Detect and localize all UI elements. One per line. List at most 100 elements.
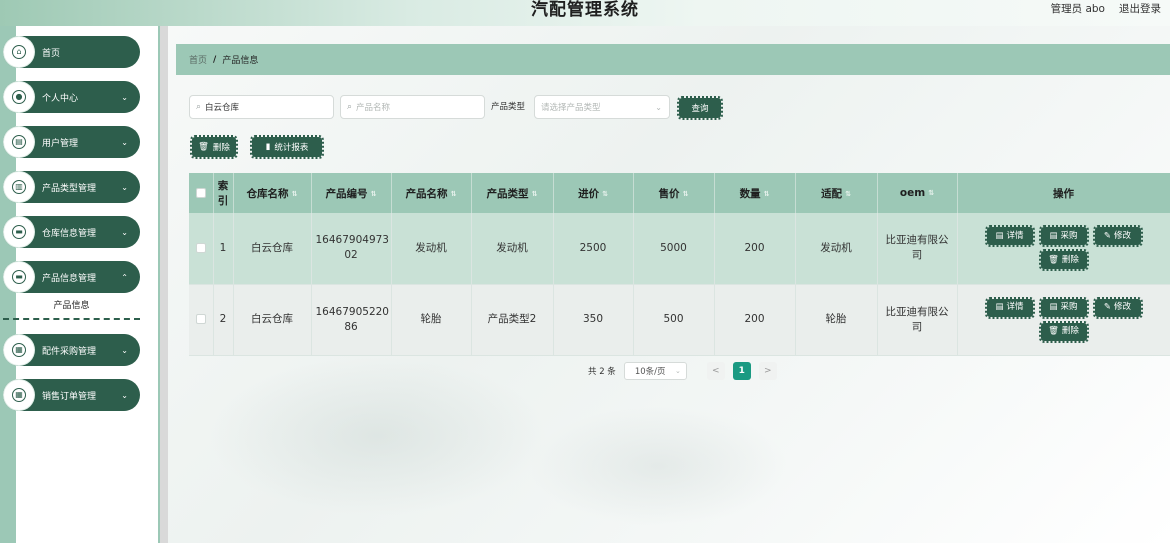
sidebar-item-label: 产品类型管理 — [42, 183, 97, 194]
main-content: 首页 / 产品信息 ⌕ 白云仓库 ⌕ 产品名称 产品类型 请选择产品类型 ⌄ 查… — [168, 26, 1170, 543]
sidebar-item-home[interactable]: ⌂ 首页 — [3, 36, 140, 68]
cell-price: 5000 — [633, 213, 715, 285]
row-checkbox-cell[interactable] — [189, 213, 214, 285]
sidebar-item-label: 销售订单管理 — [42, 391, 97, 402]
background-decoration — [528, 406, 788, 526]
row-delete-button[interactable]: 🗑 删除 — [1038, 320, 1089, 343]
delete-button-label: 删除 — [212, 143, 230, 153]
column-header[interactable]: 数量 ⇅ — [714, 173, 796, 213]
column-header[interactable]: 仓库名称 ⇅ — [233, 173, 312, 213]
column-header[interactable]: 产品类型 ⇅ — [471, 173, 554, 213]
chart-icon: ▥ — [4, 172, 34, 202]
active-indicator — [3, 318, 140, 320]
purchase-button[interactable]: ▤ 采购 — [1038, 296, 1089, 319]
sidebar-item-label: 个人中心 — [42, 93, 79, 104]
chevron-down-icon: ⌄ — [121, 390, 128, 400]
purchase-button[interactable]: ▤ 采购 — [1038, 225, 1089, 248]
submenu-item-product-info[interactable]: 产品信息 — [3, 299, 140, 314]
select-all-checkbox[interactable] — [195, 188, 206, 198]
detail-button[interactable]: ▤ 详情 — [984, 296, 1035, 319]
cell-oem: 比亚迪有限公 司 — [877, 213, 958, 285]
sidebar-item-warehouses[interactable]: ▬ 仓库信息管理 ⌄ — [3, 216, 140, 248]
top-bar: 汽配管理系统 管理员 abo 退出登录 — [0, 0, 1170, 26]
page-size-select[interactable]: 10条/页 ⌄ — [623, 362, 687, 380]
sidebar-scrollbar[interactable] — [160, 26, 168, 543]
sidebar-item-product-types[interactable]: ▥ 产品类型管理 ⌄ — [3, 171, 140, 203]
product-table: 索引 仓库名称 ⇅ 产品编号 ⇅ 产品名称 ⇅ 产品类型 ⇅ 进价 ⇅ 售价 ⇅ 数量 ⇅ 适… — [189, 173, 1170, 356]
row-checkbox[interactable] — [195, 242, 206, 253]
sort-icon[interactable]: ⇅ — [371, 190, 377, 198]
sort-icon[interactable]: ⇅ — [292, 190, 298, 198]
chevron-down-icon: ⌄ — [655, 102, 662, 112]
warehouse-search-input[interactable]: ⌕ 白云仓库 — [189, 95, 334, 119]
column-header[interactable]: oem ⇅ — [877, 173, 958, 213]
product-type-select[interactable]: 请选择产品类型 ⌄ — [534, 95, 670, 119]
column-header[interactable]: 售价 ⇅ — [633, 173, 715, 213]
trash-icon: 🗑 — [198, 142, 209, 152]
cell-index: 1 — [213, 213, 234, 285]
sidebar-item-parts-purchase[interactable]: ▦ 配件采购管理 ⌄ — [3, 334, 140, 366]
background-decoration — [208, 356, 548, 516]
row-checkbox-cell[interactable] — [189, 284, 214, 356]
edit-button[interactable]: ✎ 修改 — [1092, 296, 1143, 319]
row-checkbox[interactable] — [195, 314, 206, 324]
chevron-down-icon: ⌄ — [674, 367, 681, 375]
page-size-value: 10条/页 — [634, 367, 666, 377]
column-header[interactable]: 进价 ⇅ — [553, 173, 634, 213]
sort-icon[interactable]: ⇅ — [683, 190, 689, 198]
chevron-down-icon: ⌄ — [121, 137, 128, 147]
query-button[interactable]: 查询 — [677, 96, 723, 120]
product-name-search-input[interactable]: ⌕ 产品名称 — [340, 95, 485, 119]
product-name-placeholder: 产品名称 — [356, 103, 391, 113]
sort-icon[interactable]: ⇅ — [602, 190, 608, 198]
sidebar-item-profile[interactable]: ● 个人中心 ⌄ — [3, 81, 140, 113]
sidebar-item-label: 配件采购管理 — [42, 346, 97, 357]
sort-icon[interactable]: ⇅ — [845, 190, 851, 198]
chevron-down-icon: ⌄ — [121, 345, 128, 355]
sidebar-item-label: 首页 — [42, 48, 61, 59]
breadcrumb-home[interactable]: 首页 — [189, 53, 207, 66]
cell-cost: 2500 — [553, 213, 634, 285]
next-page-button[interactable]: > — [758, 362, 777, 380]
prev-page-button[interactable]: < — [706, 362, 725, 380]
sidebar-item-users[interactable]: ▤ 用户管理 ⌄ — [3, 126, 140, 158]
cell-type: 发动机 — [471, 213, 554, 285]
edit-button[interactable]: ✎ 修改 — [1092, 225, 1143, 248]
search-icon: ⌕ — [196, 102, 202, 112]
document-icon: ▤ — [995, 302, 1004, 312]
column-header[interactable]: 适配 ⇅ — [795, 173, 878, 213]
cell-code: 16467904973 02 — [311, 213, 392, 285]
edit-icon: ✎ — [1103, 230, 1112, 241]
sidebar-item-label: 产品信息管理 — [42, 273, 97, 284]
row-delete-button[interactable]: 🗑 删除 — [1038, 249, 1089, 272]
column-header: 索引 — [213, 173, 234, 213]
select-all-checkbox-cell[interactable] — [189, 173, 214, 213]
sort-icon[interactable]: ⇅ — [928, 189, 934, 197]
cell-actions: ▤ 详情 ▤ 采购 ✎ 修改 🗑 删除 — [957, 213, 1170, 285]
logout-link[interactable]: 退出登录 — [1119, 1, 1161, 16]
table-row[interactable]: 1 白云仓库 16467904973 02 发动机 发动机 2500 5000 … — [189, 213, 1170, 285]
table-row[interactable]: 2 白云仓库 16467905220 86 轮胎 产品类型2 350 500 2… — [189, 284, 1170, 356]
cell-qty: 200 — [714, 284, 796, 356]
sidebar-item-products[interactable]: ▬ 产品信息管理 ⌃ — [3, 261, 140, 293]
column-header[interactable]: 产品名称 ⇅ — [391, 173, 472, 213]
delete-button[interactable]: 🗑 删除 — [190, 135, 238, 159]
product-type-placeholder: 请选择产品类型 — [541, 103, 601, 113]
sidebar-item-sales-orders[interactable]: ▦ 销售订单管理 ⌄ — [3, 379, 140, 411]
detail-button[interactable]: ▤ 详情 — [984, 225, 1035, 248]
column-header[interactable]: 产品编号 ⇅ — [311, 173, 392, 213]
user-area: 管理员 abo 退出登录 — [1051, 1, 1161, 16]
chevron-down-icon: ⌄ — [121, 227, 128, 237]
admin-label[interactable]: 管理员 abo — [1051, 1, 1105, 16]
sort-icon[interactable]: ⇅ — [532, 190, 538, 198]
stats-report-button[interactable]: ▮ 统计报表 — [250, 135, 324, 159]
monitor-icon: ▬ — [4, 217, 34, 247]
cell-price: 500 — [633, 284, 715, 356]
sort-icon[interactable]: ⇅ — [764, 190, 770, 198]
cell-name: 轮胎 — [391, 284, 472, 356]
page-number-current[interactable]: 1 — [732, 362, 751, 380]
cell-cost: 350 — [553, 284, 634, 356]
cell-warehouse: 白云仓库 — [233, 284, 312, 356]
users-icon: ▤ — [4, 127, 34, 157]
sort-icon[interactable]: ⇅ — [451, 190, 457, 198]
